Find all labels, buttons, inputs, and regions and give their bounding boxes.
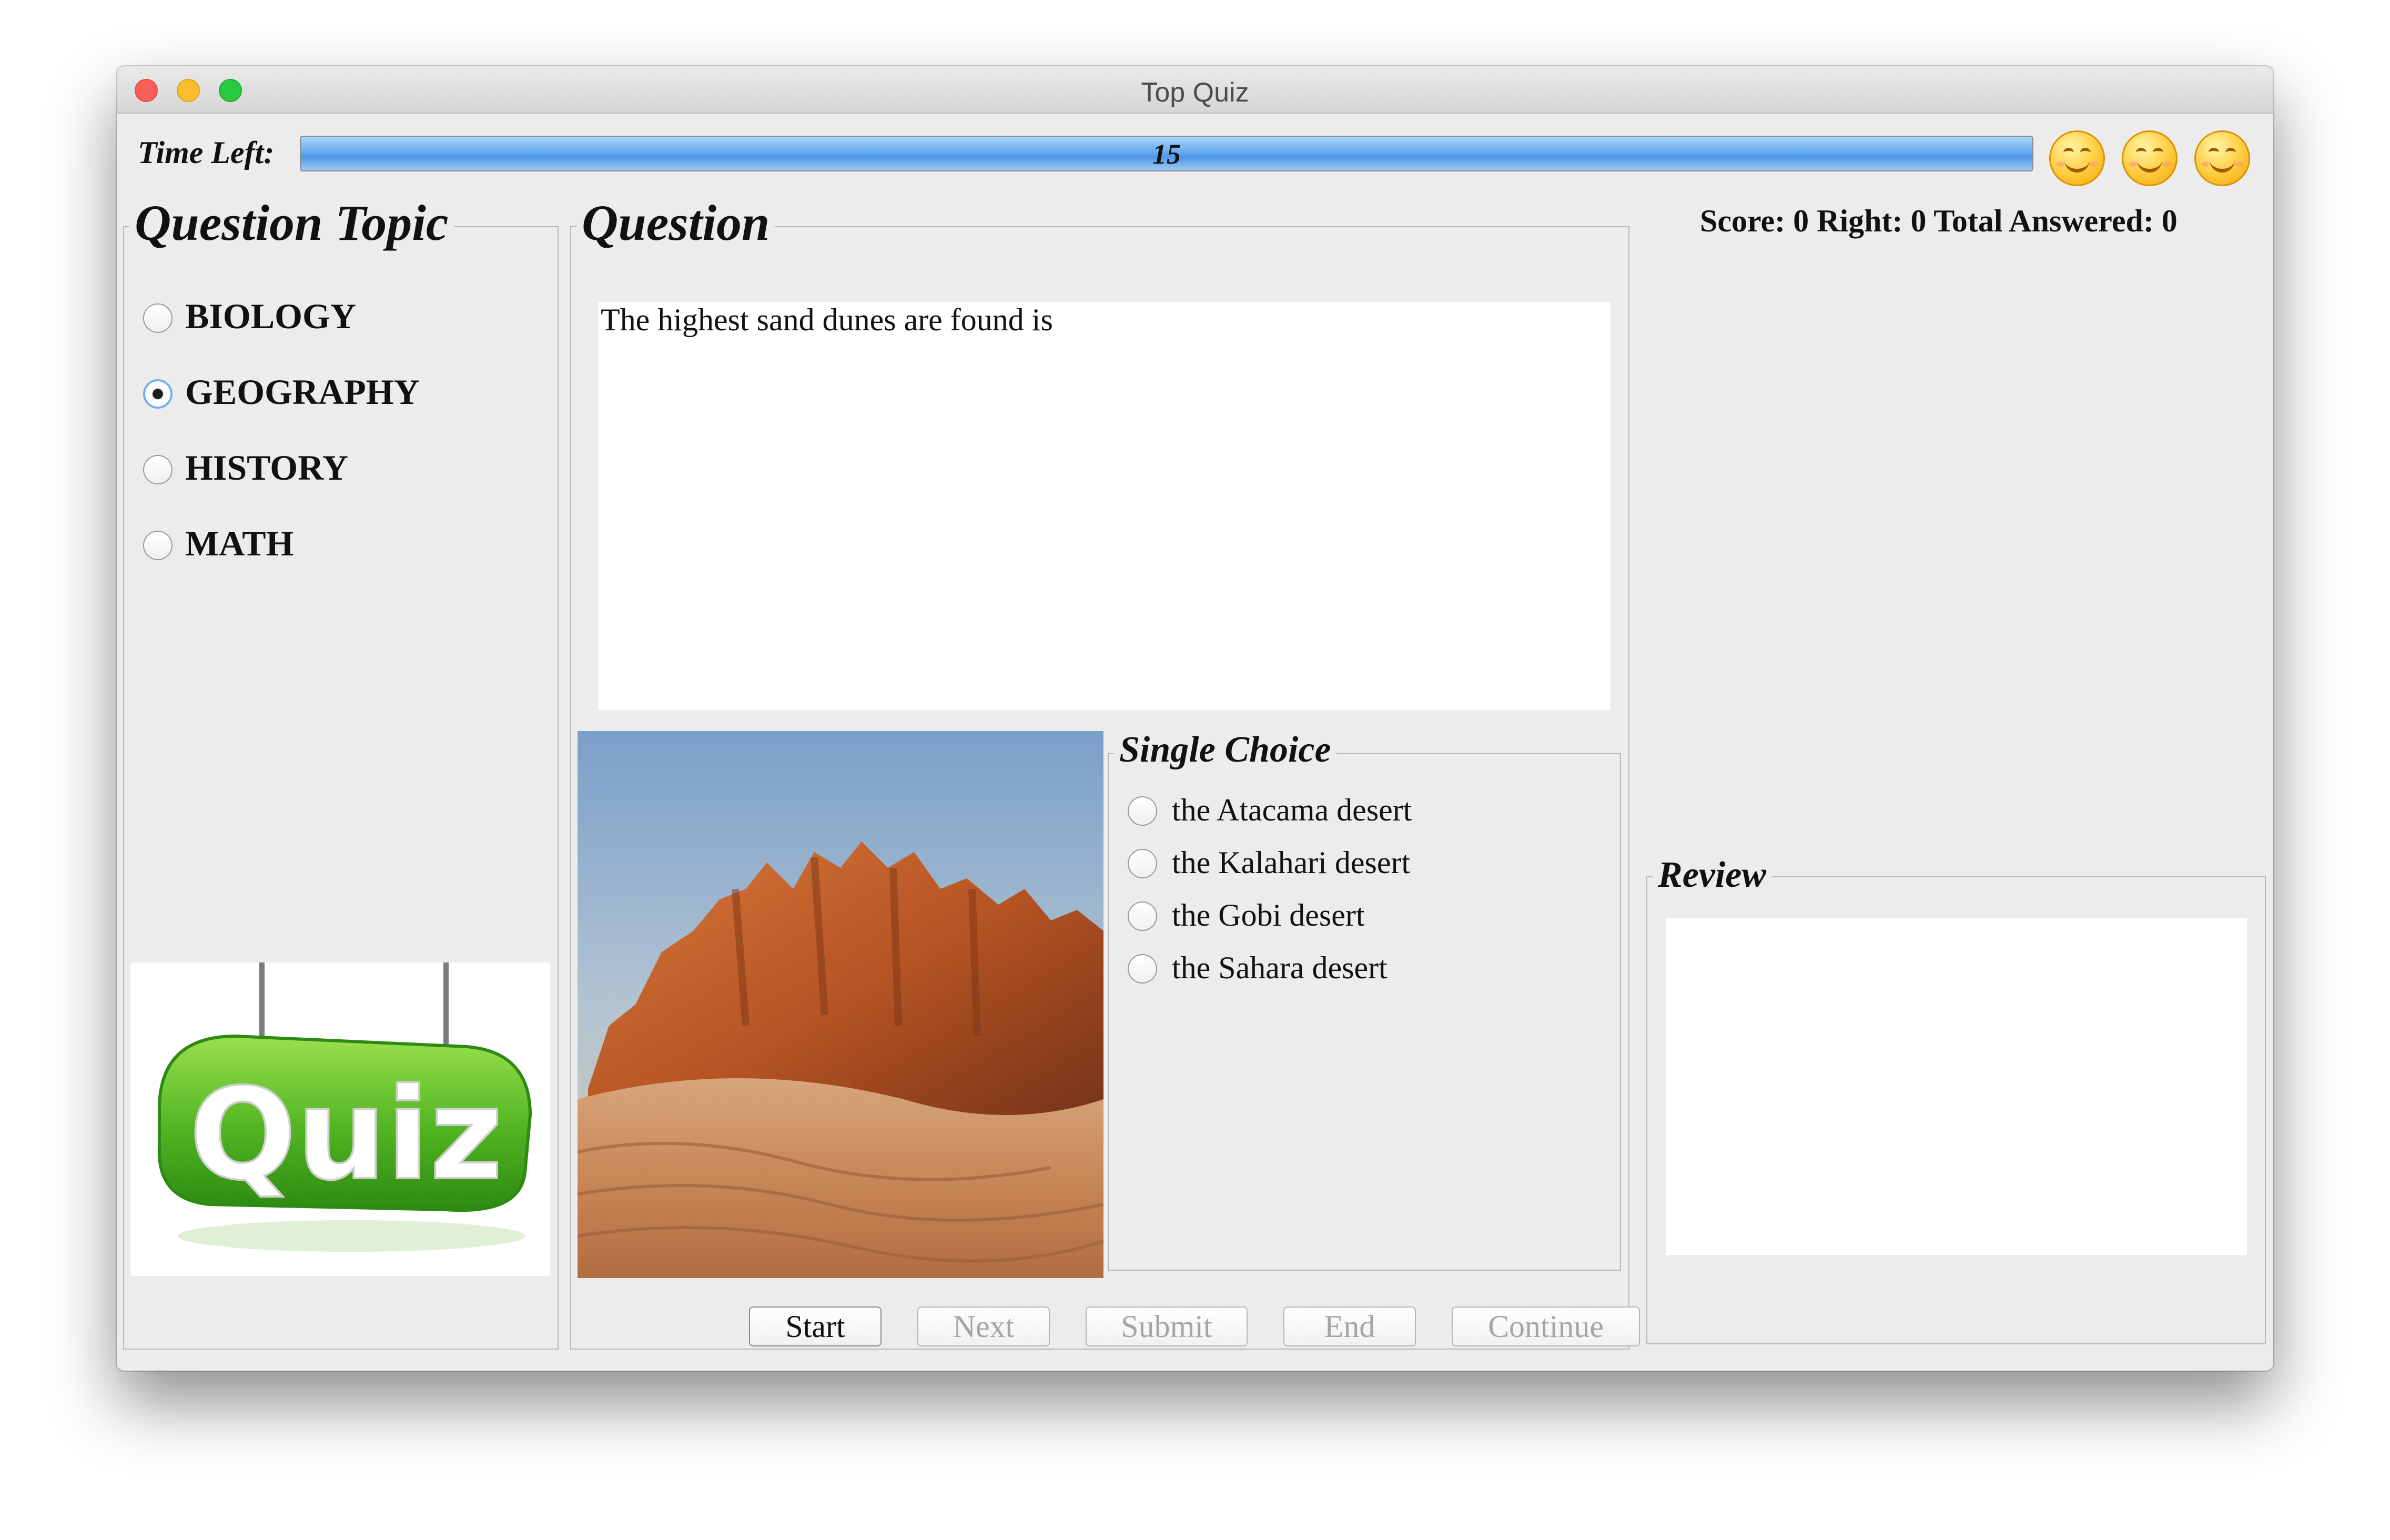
submit-button[interactable]: Submit: [1086, 1306, 1248, 1346]
topic-label-biology[interactable]: BIOLOGY: [185, 296, 356, 337]
choice-label-sahara[interactable]: the Sahara desert: [1172, 950, 1388, 986]
choice-radio-atacama[interactable]: [1128, 796, 1157, 826]
choice-radio-gobi[interactable]: [1128, 901, 1157, 931]
choice-label-gobi[interactable]: the Gobi desert: [1172, 897, 1365, 934]
next-button[interactable]: Next: [917, 1306, 1050, 1346]
review-text-area[interactable]: [1666, 918, 2247, 1255]
time-progress-bar: 15: [300, 136, 2033, 171]
time-left-label: Time Left:: [138, 135, 275, 170]
quiz-window: Top Quiz Time Left: 15 Question Topic BI…: [117, 66, 2273, 1371]
choice-radio-kalahari[interactable]: [1128, 849, 1157, 878]
topic-radio-geography[interactable]: [143, 379, 173, 409]
question-text: The highest sand dunes are found is: [601, 302, 1053, 337]
review-title: Review: [1653, 854, 1772, 896]
end-button[interactable]: End: [1283, 1306, 1416, 1346]
continue-button[interactable]: Continue: [1452, 1306, 1640, 1346]
choice-label-atacama[interactable]: the Atacama desert: [1172, 792, 1412, 828]
question-title: Question: [576, 194, 775, 252]
topic-label-math[interactable]: MATH: [185, 523, 294, 564]
choice-label-kalahari[interactable]: the Kalahari desert: [1172, 845, 1410, 881]
topic-radio-history[interactable]: [143, 455, 173, 484]
topic-label-geography[interactable]: GEOGRAPHY: [185, 371, 420, 413]
desert-image: [578, 731, 1103, 1278]
question-text-area[interactable]: The highest sand dunes are found is: [599, 302, 1611, 710]
choice-radio-sahara[interactable]: [1128, 954, 1157, 984]
topic-radio-math[interactable]: [143, 531, 173, 560]
single-choice-title: Single Choice: [1114, 729, 1336, 771]
smiley-icon: [2049, 130, 2105, 186]
start-button[interactable]: Start: [749, 1306, 882, 1346]
quiz-logo-graphic: Quiz: [157, 962, 532, 1252]
time-left-value: 15: [1152, 138, 1181, 170]
single-choice-panel: [1108, 753, 1621, 1271]
question-topic-title: Question Topic: [129, 194, 454, 252]
quiz-logo: Quiz: [130, 962, 550, 1276]
title-bar: Top Quiz: [117, 66, 2273, 114]
topic-label-history[interactable]: HISTORY: [185, 447, 348, 489]
quiz-logo-text: Quiz: [189, 1061, 503, 1208]
smiley-icon: [2122, 130, 2178, 186]
window-title: Top Quiz: [1141, 77, 1249, 108]
score-summary: Score: 0 Right: 0 Total Answered: 0: [1700, 204, 2178, 238]
topic-radio-biology[interactable]: [143, 303, 173, 333]
smiley-icon: [2194, 130, 2250, 186]
